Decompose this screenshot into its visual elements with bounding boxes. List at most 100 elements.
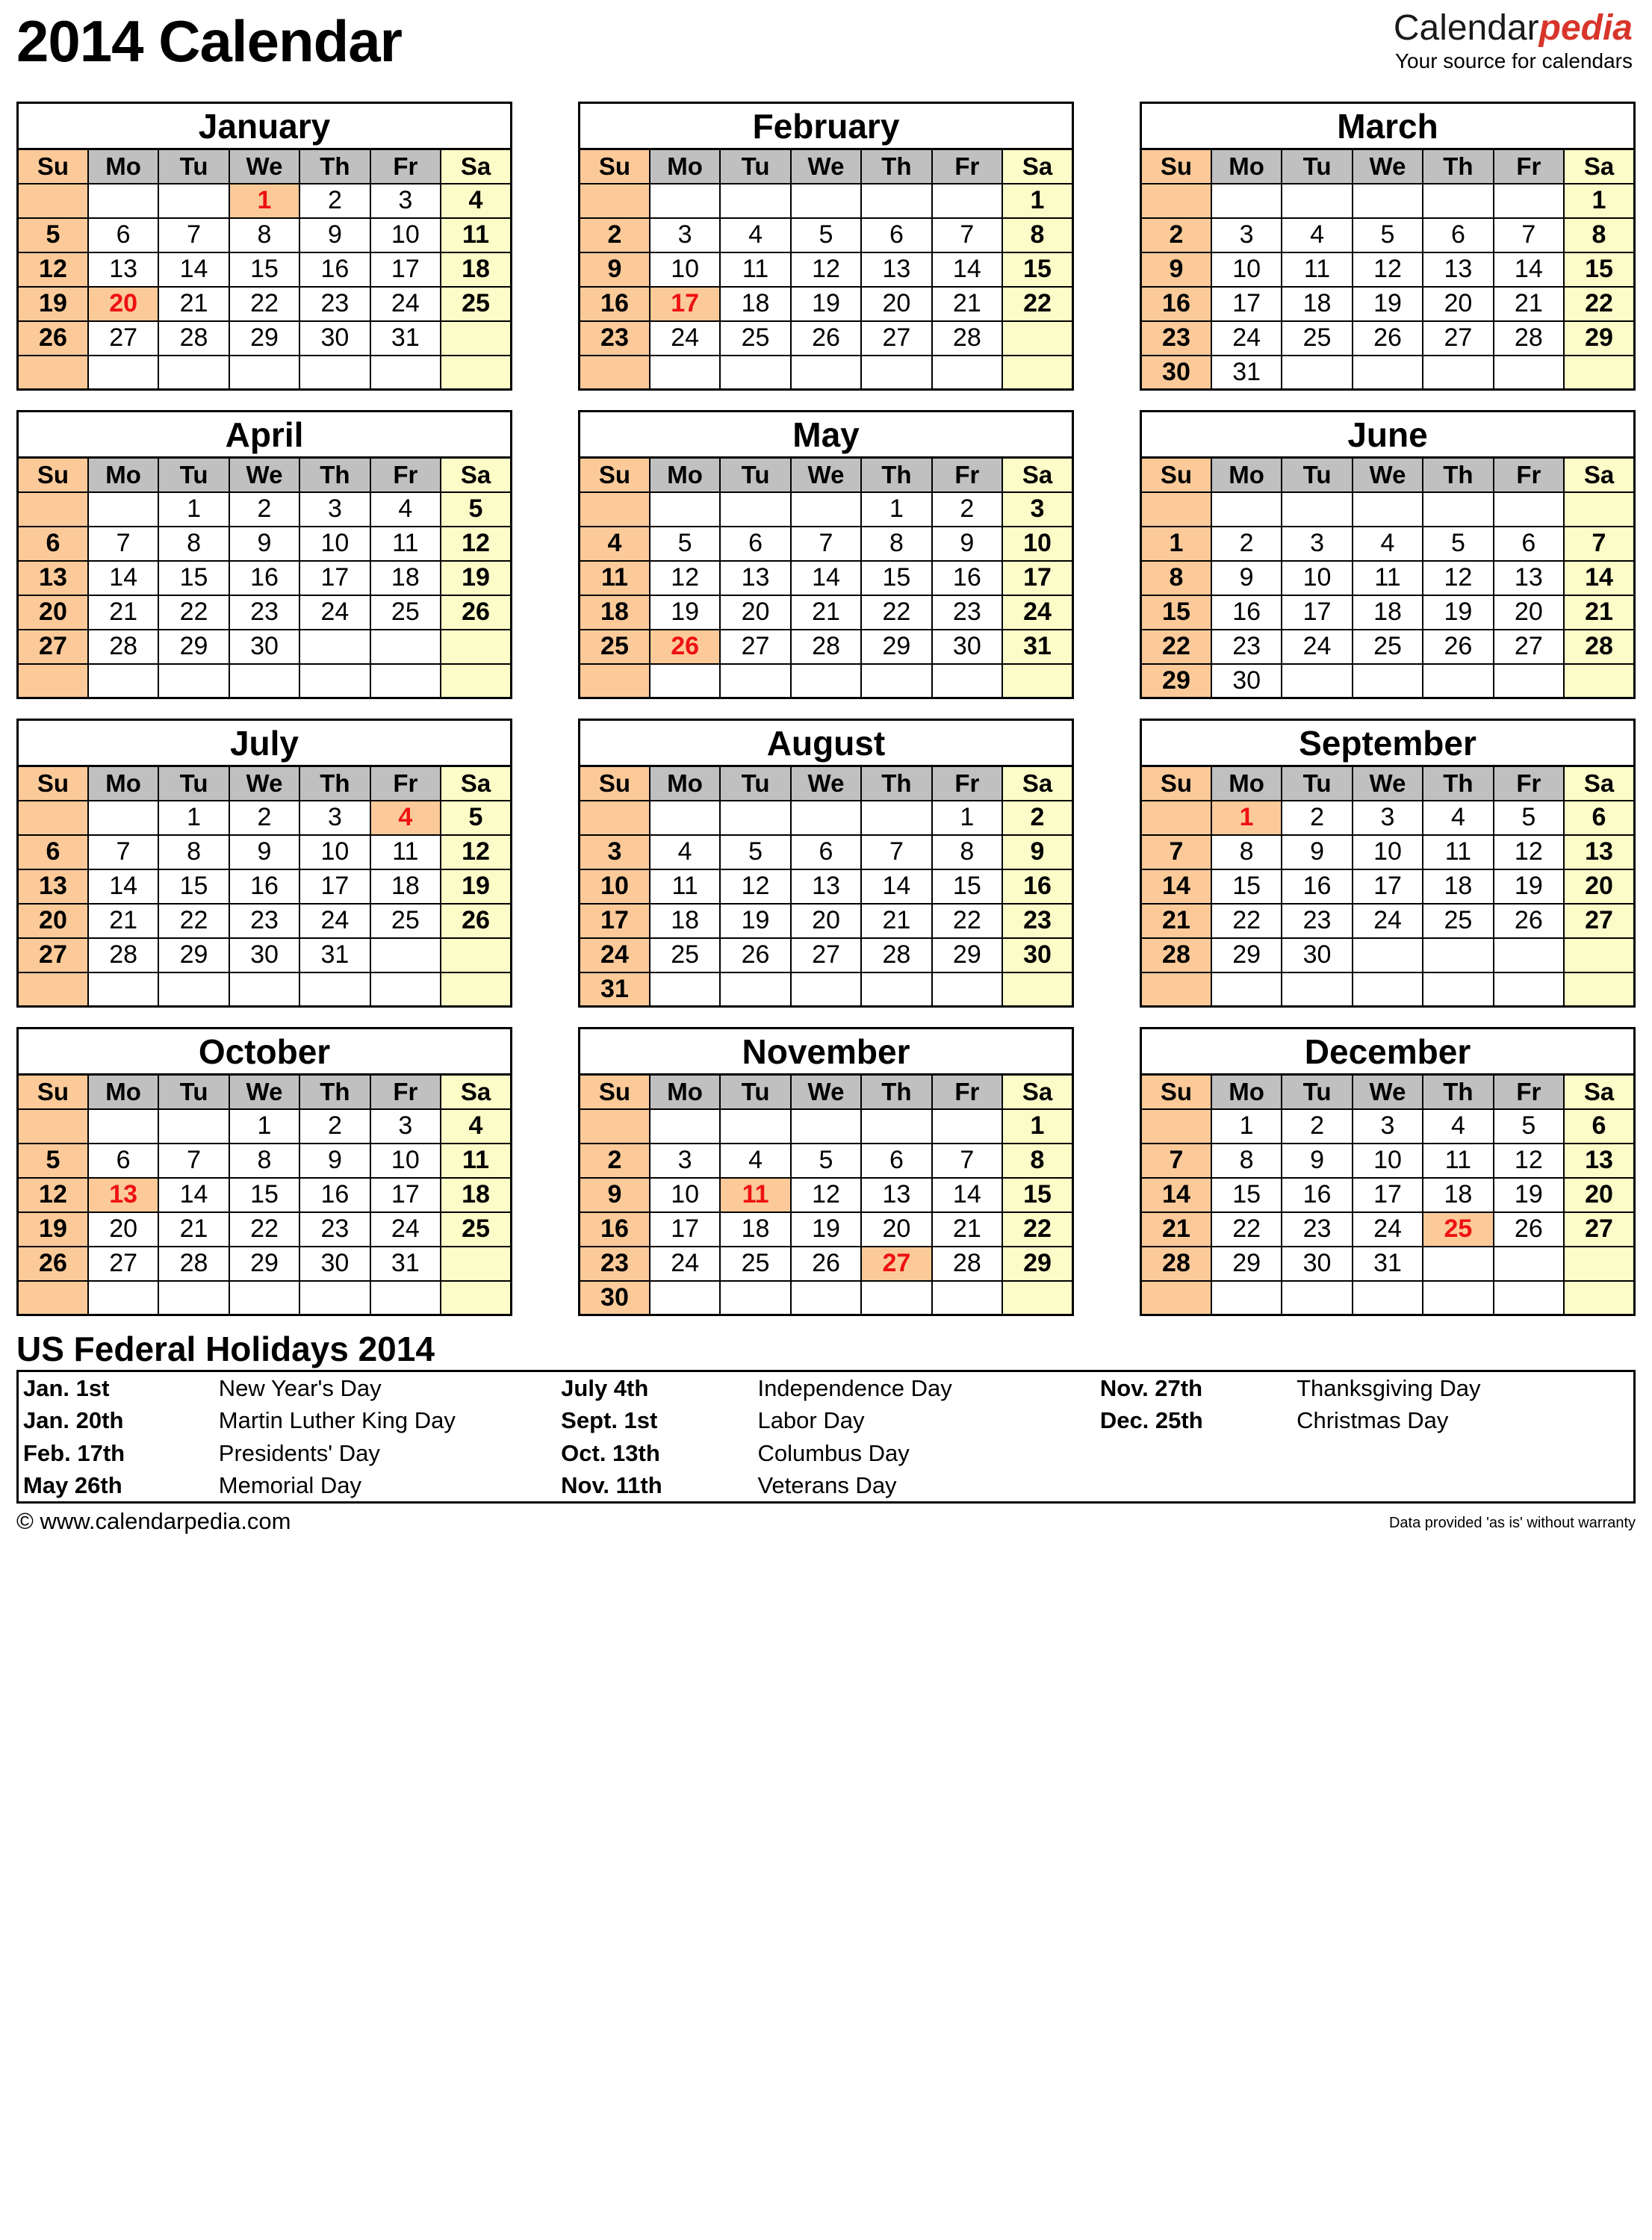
weekday-header-mo: Mo <box>648 148 721 184</box>
weekday-header-sa: Sa <box>440 456 512 493</box>
day-cell: 19 <box>1492 1176 1565 1213</box>
week-row: 21 22 23 24 25 26 27 <box>1140 902 1636 939</box>
day-cell: 3 <box>299 491 371 527</box>
weekday-header-row: Su Mo Tu We Th Fr Sa <box>16 1073 512 1110</box>
day-cell: 21 <box>860 902 933 939</box>
weekday-header-sa: Sa <box>1002 148 1074 184</box>
day-cell: 24 <box>369 1211 442 1247</box>
month-name: January <box>17 102 512 150</box>
day-cell: 11 <box>440 217 512 253</box>
day-cell-empty <box>1002 320 1074 356</box>
weekday-header-th: Th <box>1422 765 1494 801</box>
holiday-date: Feb. 17th <box>23 1439 125 1466</box>
week-row: 19 20 21 22 23 24 25 <box>16 285 512 322</box>
day-cell: 31 <box>1210 354 1283 391</box>
week-row <box>578 663 1074 699</box>
week-row: 26 27 28 29 30 31 <box>16 320 512 356</box>
day-cell: 3 <box>1351 799 1424 836</box>
holiday-name <box>1292 1437 1634 1470</box>
day-cell: 29 <box>1563 320 1636 356</box>
day-cell: 23 <box>1281 902 1353 939</box>
day-cell: 16 <box>1281 1176 1353 1213</box>
week-row: 23 24 25 26 27 28 <box>578 320 1074 356</box>
day-cell: 30 <box>1210 663 1283 699</box>
day-cell-empty <box>1492 491 1565 527</box>
day-cell: 21 <box>1492 285 1565 322</box>
weekday-header-row: Su Mo Tu We Th Fr Sa <box>578 765 1074 801</box>
holiday-name: Labor Day <box>757 1406 865 1433</box>
day-cell: 14 <box>1563 559 1636 596</box>
day-cell: 19 <box>16 285 89 322</box>
day-cell-empty <box>578 1108 650 1144</box>
holiday-date: July 4th <box>561 1374 649 1401</box>
day-cell-empty <box>87 182 160 219</box>
brand-wordmark: Calendarpedia <box>1394 10 1633 47</box>
week-row: 19 20 21 22 23 24 25 <box>16 1211 512 1247</box>
day-cell: 12 <box>648 559 721 596</box>
day-cell-empty <box>578 491 650 527</box>
holiday-name: Memorial Day <box>218 1472 362 1499</box>
day-cell: 27 <box>87 1245 160 1282</box>
month-june: June Su Mo Tu We Th Fr Sa 1 2 3 4 5 6 7 8 9 10 11 12 13 14 15 1… <box>1140 410 1636 699</box>
day-cell: 4 <box>1351 525 1424 562</box>
day-cell-empty <box>158 1108 230 1144</box>
day-cell-empty <box>1351 1279 1424 1316</box>
day-cell: 22 <box>1002 285 1074 322</box>
day-cell-empty <box>1563 937 1636 973</box>
day-cell: 23 <box>578 320 650 356</box>
day-cell: 22 <box>158 594 230 630</box>
day-cell: 8 <box>228 217 301 253</box>
day-cell: 8 <box>1563 217 1636 253</box>
day-cell-empty <box>440 1245 512 1282</box>
day-cell: 21 <box>87 902 160 939</box>
day-cell: 9 <box>299 217 371 253</box>
day-cell: 19 <box>1422 594 1494 630</box>
day-cell: 10 <box>1210 251 1283 288</box>
day-cell-empty <box>931 354 1004 391</box>
day-cell: 20 <box>16 902 89 939</box>
day-cell: 10 <box>299 834 371 870</box>
week-row: 17 18 19 20 21 22 23 <box>578 902 1074 939</box>
day-cell-empty <box>1492 354 1565 391</box>
weekday-header-tu: Tu <box>1281 148 1353 184</box>
copyright-text: © www.calendarpedia.com <box>16 1508 291 1535</box>
day-cell: 14 <box>789 559 863 596</box>
day-cell-empty <box>719 799 792 836</box>
day-cell: 21 <box>1140 902 1212 939</box>
day-cell: 24 <box>648 1245 721 1282</box>
day-cell: 27 <box>860 320 933 356</box>
day-cell: 29 <box>1210 1245 1283 1282</box>
day-cell: 5 <box>16 1142 89 1179</box>
day-cell: 8 <box>1210 1142 1283 1179</box>
day-cell: 28 <box>860 937 933 973</box>
weekday-header-su: Su <box>1140 456 1212 493</box>
day-cell: 20 <box>87 1211 160 1247</box>
day-cell: 5 <box>440 491 512 527</box>
day-cell: 8 <box>860 525 933 562</box>
day-cell: 15 <box>1140 594 1212 630</box>
day-cell: 12 <box>1351 251 1424 288</box>
day-cell-holiday: 20 <box>87 285 160 322</box>
day-cell: 27 <box>719 628 792 665</box>
day-cell: 20 <box>719 594 792 630</box>
weekday-header-sa: Sa <box>1002 765 1074 801</box>
day-cell: 2 <box>1281 799 1353 836</box>
day-cell: 12 <box>16 1176 89 1213</box>
week-row: 21 22 23 24 25 26 27 <box>1140 1211 1636 1247</box>
day-cell: 2 <box>1210 525 1283 562</box>
week-row: 12 13 14 15 16 17 18 <box>16 251 512 288</box>
day-cell: 17 <box>369 251 442 288</box>
week-row: 22 23 24 25 26 27 28 <box>1140 628 1636 665</box>
month-table: August Su Mo Tu We Th Fr Sa 1 2 3 4 5 6 7 8 9 10 11 12 13 14 1… <box>578 719 1074 1008</box>
week-row: 16 17 18 19 20 21 22 <box>578 1211 1074 1247</box>
day-cell: 6 <box>16 525 89 562</box>
day-cell: 25 <box>648 937 721 973</box>
day-cell: 4 <box>648 834 721 870</box>
weekday-header-row: Su Mo Tu We Th Fr Sa <box>16 765 512 801</box>
day-cell: 22 <box>1563 285 1636 322</box>
day-cell: 4 <box>1422 799 1494 836</box>
day-cell: 18 <box>440 1176 512 1213</box>
day-cell: 21 <box>158 285 230 322</box>
weekday-header-su: Su <box>16 456 89 493</box>
weekday-header-fr: Fr <box>1492 148 1565 184</box>
